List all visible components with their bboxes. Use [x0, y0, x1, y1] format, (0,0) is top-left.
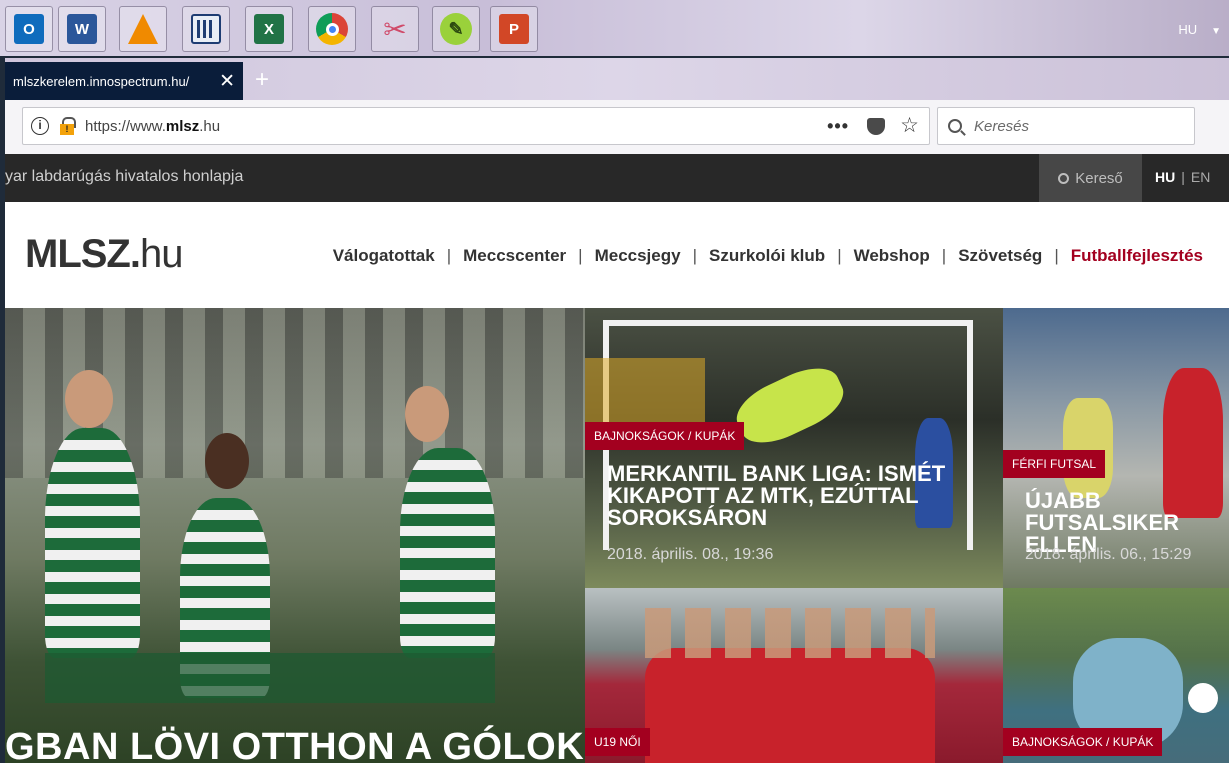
- site-tagline: yar labdarúgás hivatalos honlapja: [5, 168, 244, 185]
- site-logo[interactable]: MLSZ.hu: [25, 232, 183, 277]
- category-badge[interactable]: FÉRFI FUTSAL: [1003, 450, 1106, 478]
- nav-separator: |: [446, 246, 452, 265]
- search-icon: [948, 119, 962, 133]
- news-card[interactable]: BAJNOKSÁGOK / KUPÁK MERKANTIL BANK LIGA:…: [585, 308, 1003, 588]
- language-switcher: HU | EN: [1155, 169, 1210, 185]
- category-badge[interactable]: BAJNOKSÁGOK / KUPÁK: [585, 422, 745, 450]
- calculator-taskbar-button[interactable]: [182, 6, 230, 52]
- nav-separator: |: [941, 246, 947, 265]
- word-icon: W: [67, 14, 97, 44]
- powerpoint-icon: P: [499, 14, 529, 44]
- article-date: 2018. április. 06., 15:29: [1025, 546, 1192, 563]
- news-card[interactable]: FÉRFI FUTSAL ÚJABB FUTSALSIKER ELLEN 201…: [1003, 308, 1229, 588]
- url-suffix: .hu: [199, 117, 221, 135]
- main-nav: Válogatottak | Meccscenter | Meccsjegy | Sz…: [333, 246, 1203, 266]
- nav-separator: |: [692, 246, 697, 265]
- chrome-icon: [316, 13, 348, 45]
- calculator-icon: [191, 14, 221, 44]
- lang-separator: |: [1181, 169, 1185, 185]
- vlc-taskbar-button[interactable]: [119, 6, 167, 52]
- bookmark-star-icon[interactable]: ☆: [900, 113, 919, 138]
- chrome-taskbar-button[interactable]: [308, 6, 356, 52]
- team-photo: [645, 648, 935, 763]
- tab-strip: mlszkerelem.innospectrum.hu/ ✕ +: [5, 58, 1229, 100]
- url-prefix: https://www.: [85, 117, 166, 135]
- scissors-icon: ✂: [383, 13, 407, 45]
- search-icon: [1058, 172, 1070, 184]
- nav-valogatottak[interactable]: Válogatottak: [333, 246, 435, 266]
- nav-futballfejlesztes[interactable]: Futballfejlesztés: [1071, 246, 1203, 266]
- nav-webshop[interactable]: Webshop: [854, 246, 930, 266]
- article-date: 2018. április. 08., 19:36: [607, 546, 774, 563]
- category-badge[interactable]: U19 NŐI: [585, 728, 650, 756]
- nav-separator: |: [837, 246, 842, 265]
- url-domain: mlsz: [165, 117, 200, 135]
- insecure-lock-icon[interactable]: [59, 117, 76, 135]
- nav-separator: |: [578, 246, 583, 265]
- lang-hu-link[interactable]: HU: [1155, 169, 1175, 185]
- excel-icon: X: [254, 14, 284, 44]
- chevron-down-icon: ▼: [1211, 26, 1221, 37]
- site-search-button[interactable]: Kereső: [1039, 154, 1142, 202]
- logo-light: hu: [139, 232, 183, 276]
- logo-bold: MLSZ.: [25, 232, 141, 276]
- vlc-icon: [128, 14, 158, 44]
- player-head: [65, 370, 113, 428]
- greenshot-icon: ✎: [440, 13, 472, 45]
- outlook-taskbar-button[interactable]: O: [5, 6, 53, 52]
- player-shorts: [45, 653, 495, 703]
- address-bar[interactable]: i https://www.mlsz.hu ••• ☆: [22, 107, 930, 145]
- nav-meccsjegy[interactable]: Meccsjegy: [595, 246, 681, 266]
- close-tab-icon[interactable]: ✕: [219, 70, 235, 93]
- url-text: https://www.mlsz.hu: [85, 118, 220, 135]
- navigation-toolbar: i https://www.mlsz.hu ••• ☆ Keresés: [5, 100, 1229, 154]
- news-card[interactable]: BAJNOKSÁGOK / KUPÁK: [1003, 588, 1229, 763]
- greenshot-taskbar-button[interactable]: ✎: [432, 6, 480, 52]
- site-header: MLSZ.hu Válogatottak | Meccscenter | Meccs…: [5, 202, 1229, 308]
- new-tab-button[interactable]: +: [255, 66, 269, 94]
- language-label: HU: [1178, 22, 1198, 37]
- nav-separator: |: [1054, 246, 1059, 265]
- language-indicator[interactable]: HU ▼: [1178, 22, 1221, 37]
- word-taskbar-button[interactable]: W: [58, 6, 106, 52]
- nav-szovetseg[interactable]: Szövetség: [958, 246, 1042, 266]
- outlook-icon: O: [14, 14, 44, 44]
- nav-szurkoloi-klub[interactable]: Szurkolói klub: [709, 246, 825, 266]
- site-search-label: Kereső: [1075, 169, 1123, 187]
- browser-tab[interactable]: mlszkerelem.innospectrum.hu/ ✕: [5, 62, 243, 100]
- tab-title: mlszkerelem.innospectrum.hu/: [13, 73, 190, 89]
- category-badge[interactable]: BAJNOKSÁGOK / KUPÁK: [1003, 728, 1163, 756]
- powerpoint-taskbar-button[interactable]: P: [490, 6, 538, 52]
- player-shirt: [45, 428, 140, 658]
- search-field[interactable]: Keresés: [937, 107, 1195, 145]
- news-grid: GBAN LÖVI OTTHON A GÓLOKAT BAJNOKSÁGOK /…: [5, 308, 1229, 763]
- taskbar: O W X ✂ ✎ P HU ▼: [0, 0, 1229, 56]
- goalkeeper: [1063, 398, 1113, 498]
- search-placeholder: Keresés: [974, 117, 1030, 135]
- pocket-icon[interactable]: [867, 118, 885, 135]
- site-top-bar: yar labdarúgás hivatalos honlapja Kereső…: [5, 154, 1229, 202]
- player-head: [405, 386, 449, 442]
- player-shirt: [400, 448, 495, 658]
- article-title[interactable]: MERKANTIL BANK LIGA: ISMÉT KIKAPOTT AZ M…: [607, 463, 987, 529]
- player-head: [205, 433, 249, 489]
- nav-meccscenter[interactable]: Meccscenter: [463, 246, 566, 266]
- lang-en-link[interactable]: EN: [1191, 169, 1210, 185]
- hero-headline: GBAN LÖVI OTTHON A GÓLOKAT: [5, 726, 585, 763]
- page-actions-icon[interactable]: •••: [827, 116, 849, 137]
- hero-article[interactable]: GBAN LÖVI OTTHON A GÓLOKAT: [5, 308, 585, 763]
- excel-taskbar-button[interactable]: X: [245, 6, 293, 52]
- ball-icon: [1188, 683, 1218, 713]
- news-card[interactable]: U19 NŐI: [585, 588, 1003, 763]
- info-icon[interactable]: i: [31, 117, 49, 135]
- snipping-tool-taskbar-button[interactable]: ✂: [371, 6, 419, 52]
- team-faces: [645, 608, 935, 658]
